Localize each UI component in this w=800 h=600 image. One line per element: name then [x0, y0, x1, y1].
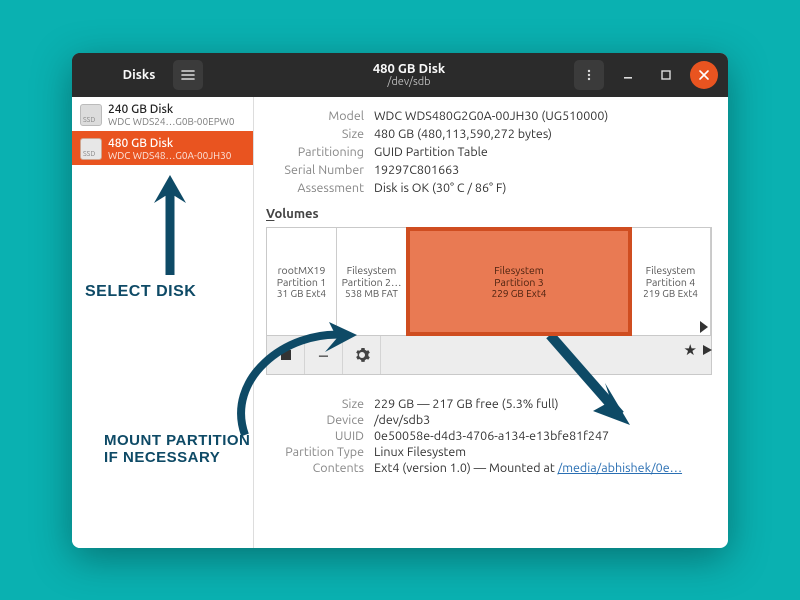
kebab-menu-button[interactable]	[574, 60, 604, 90]
volume-part: Partition 4	[646, 276, 695, 288]
sidebar-disk-text: 240 GB Disk WDC WDS24…G0B-00EPW0	[108, 103, 235, 127]
hamburger-menu-button[interactable]	[173, 60, 203, 90]
play-icon[interactable]	[701, 344, 713, 356]
sidebar-disk-text: 480 GB Disk WDC WDS48…G0A-00JH30	[108, 137, 231, 161]
ssd-icon: SSD	[80, 104, 102, 126]
sidebar-disk-model: WDC WDS48…G0A-00JH30	[108, 150, 231, 161]
stop-button[interactable]	[267, 336, 305, 374]
segment-extra-controls: ★	[684, 341, 713, 359]
value-serial: 19297C801663	[374, 163, 459, 177]
value-psize: 229 GB — 217 GB free (5.3% full)	[374, 397, 559, 411]
titlebar-left: Disks	[72, 53, 254, 97]
volumes-header: Volumes	[254, 197, 716, 227]
window-title: 480 GB Disk	[373, 62, 445, 76]
window-subtitle: /dev/sdb	[387, 76, 430, 88]
sidebar-disk-name: 240 GB Disk	[108, 103, 235, 116]
stop-icon	[281, 350, 291, 360]
close-button[interactable]	[690, 61, 718, 89]
value-uuid: 0e50058e-d4d3-4706-a134-e13bfe81f247	[374, 429, 609, 443]
titlebar: Disks 480 GB Disk /dev/sdb	[72, 53, 728, 97]
value-contents: Ext4 (version 1.0) — Mounted at /media/a…	[374, 461, 682, 475]
volume-part: Partition 1	[277, 276, 326, 288]
gear-icon	[354, 347, 370, 363]
value-size: 480 GB (480,113,590,272 bytes)	[374, 127, 552, 141]
label-serial: Serial Number	[254, 163, 374, 177]
volumes-panel: rootMX19 Partition 1 31 GB Ext4 Filesyst…	[266, 227, 712, 375]
value-assessment: Disk is OK (30° C / 86° F)	[374, 181, 506, 195]
value-ptype: Linux Filesystem	[374, 445, 466, 459]
contents-prefix: Ext4 (version 1.0) — Mounted at	[374, 461, 558, 475]
kebab-icon	[583, 69, 595, 81]
volume-name: Filesystem	[646, 264, 696, 276]
volume-seg-4[interactable]: Filesystem Partition 4 219 GB Ext4	[631, 228, 711, 335]
volume-toolbar: −	[267, 336, 711, 374]
volume-name: rootMX19	[278, 264, 326, 276]
remove-partition-button[interactable]: −	[305, 336, 343, 374]
hamburger-icon	[181, 68, 195, 82]
volume-map: rootMX19 Partition 1 31 GB Ext4 Filesyst…	[267, 228, 711, 336]
label-contents: Contents	[254, 461, 374, 475]
volume-size: 31 GB Ext4	[277, 288, 326, 299]
star-icon[interactable]: ★	[684, 341, 697, 359]
ssd-icon: SSD	[80, 138, 102, 160]
minimize-button[interactable]	[614, 61, 642, 89]
volume-seg-1[interactable]: rootMX19 Partition 1 31 GB Ext4	[267, 228, 337, 335]
app-title: Disks	[123, 68, 156, 82]
maximize-button[interactable]	[652, 61, 680, 89]
gear-button[interactable]	[343, 336, 381, 374]
titlebar-right	[564, 53, 728, 97]
volume-part: Partition 3	[494, 276, 543, 288]
mount-point-link[interactable]: /media/abhishek/0e…	[558, 461, 682, 475]
value-device: /dev/sdb3	[374, 413, 430, 427]
volume-name: Filesystem	[494, 264, 544, 276]
sidebar-disk-model: WDC WDS24…G0B-00EPW0	[108, 116, 235, 127]
next-segment-button[interactable]	[700, 321, 708, 333]
minimize-icon	[622, 69, 634, 81]
disks-window: Disks 480 GB Disk /dev/sdb	[72, 53, 728, 548]
main-panel: ModelWDC WDS480G2G0A-00JH30 (UG510000) S…	[254, 97, 728, 548]
sidebar-disk-1[interactable]: SSD 480 GB Disk WDC WDS48…G0A-00JH30	[72, 131, 253, 165]
disk-sidebar: SSD 240 GB Disk WDC WDS24…G0B-00EPW0 SSD…	[72, 97, 254, 548]
label-assessment: Assessment	[254, 181, 374, 195]
label-device: Device	[254, 413, 374, 427]
sidebar-disk-0[interactable]: SSD 240 GB Disk WDC WDS24…G0B-00EPW0	[72, 97, 253, 131]
volume-size: 538 MB FAT	[345, 288, 398, 299]
label-partitioning: Partitioning	[254, 145, 374, 159]
label-uuid: UUID	[254, 429, 374, 443]
sidebar-disk-name: 480 GB Disk	[108, 137, 231, 150]
value-partitioning: GUID Partition Table	[374, 145, 488, 159]
label-size: Size	[254, 127, 374, 141]
volume-size: 219 GB Ext4	[643, 288, 698, 299]
window-body: SSD 240 GB Disk WDC WDS24…G0B-00EPW0 SSD…	[72, 97, 728, 548]
label-model: Model	[254, 109, 374, 123]
volume-size: 229 GB Ext4	[492, 288, 547, 299]
volume-part: Partition 2…	[342, 276, 402, 288]
volume-name: Filesystem	[347, 264, 397, 276]
volume-seg-3[interactable]: Filesystem Partition 3 229 GB Ext4	[406, 227, 632, 336]
value-model: WDC WDS480G2G0A-00JH30 (UG510000)	[374, 109, 608, 123]
volume-seg-2[interactable]: Filesystem Partition 2… 538 MB FAT	[337, 228, 407, 335]
maximize-icon	[660, 69, 672, 81]
label-psize: Size	[254, 397, 374, 411]
titlebar-center: 480 GB Disk /dev/sdb	[254, 53, 564, 97]
partition-details: Size229 GB — 217 GB free (5.3% full) Dev…	[254, 395, 716, 477]
label-ptype: Partition Type	[254, 445, 374, 459]
close-icon	[698, 69, 710, 81]
